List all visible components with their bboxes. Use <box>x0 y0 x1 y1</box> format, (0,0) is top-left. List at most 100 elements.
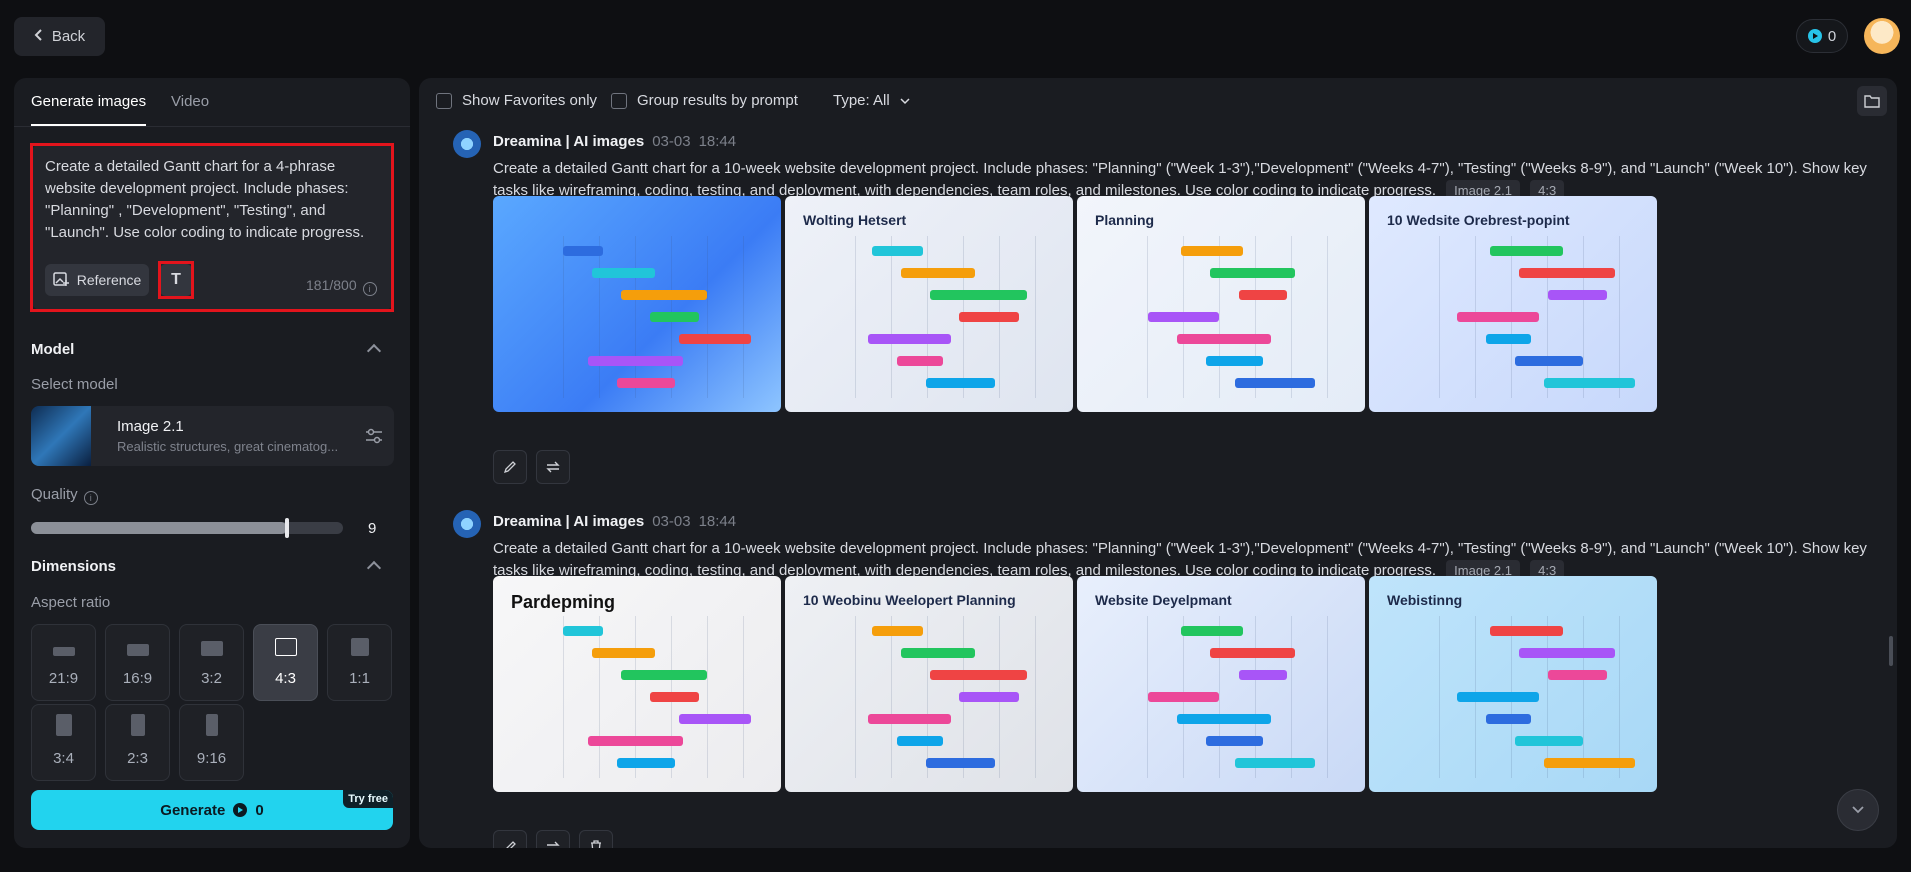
model-description: Realistic structures, great cinematog... <box>117 439 339 454</box>
type-filter-dropdown[interactable]: Type: All <box>833 92 910 109</box>
pencil-icon <box>503 461 516 474</box>
gantt-bar <box>1181 626 1243 636</box>
show-favorites-filter[interactable]: Show Favorites only <box>436 92 597 109</box>
gantt-bar <box>1457 312 1539 322</box>
settings-sliders-icon[interactable] <box>365 428 383 444</box>
gantt-bar <box>868 714 951 724</box>
generate-cost: 0 <box>255 801 264 819</box>
group-source: Dreamina | AI images <box>493 133 645 150</box>
model-thumbnail <box>31 406 91 466</box>
aspect-ratio-2-3[interactable]: 2:3 <box>105 704 170 781</box>
edit-button[interactable] <box>493 450 527 484</box>
quality-info-icon[interactable]: i <box>83 491 98 505</box>
aspect-ratio-4-3[interactable]: 4:3 <box>253 624 318 701</box>
aspect-ratio-label: 3:4 <box>53 750 74 767</box>
generated-image[interactable] <box>493 196 781 412</box>
result-group-header: Dreamina | AI images 03-03 18:44 <box>493 513 736 530</box>
gantt-bar <box>1148 312 1219 322</box>
group-by-prompt-label: Group results by prompt <box>637 92 798 109</box>
gantt-bar <box>1181 246 1243 256</box>
aspect-ratio-shape-icon <box>126 644 149 656</box>
aspect-ratio-3-2[interactable]: 3:2 <box>179 624 244 701</box>
gantt-bar <box>959 692 1019 702</box>
generate-button[interactable]: Generate 0 Try free <box>31 790 393 830</box>
regenerate-button[interactable] <box>536 450 570 484</box>
gantt-bar <box>1210 268 1295 278</box>
aspect-ratio-shape-icon <box>200 641 223 656</box>
top-bar: Back 0 <box>0 0 1911 72</box>
quality-slider-handle[interactable] <box>284 518 289 538</box>
delete-button[interactable] <box>579 830 613 848</box>
chevron-up-icon[interactable] <box>366 560 382 576</box>
chart-gridline <box>563 236 564 398</box>
aspect-ratio-label: 4:3 <box>275 670 296 687</box>
generated-image[interactable]: 10 Wedsite Orebrest-popint <box>1369 196 1657 412</box>
regenerate-button[interactable] <box>536 830 570 848</box>
group-by-prompt-filter[interactable]: Group results by prompt <box>611 92 798 109</box>
gantt-bar <box>897 736 943 746</box>
scrollbar[interactable] <box>1889 636 1893 666</box>
quality-slider[interactable] <box>31 518 343 538</box>
generated-image[interactable]: Website Deyelpmant <box>1077 576 1365 792</box>
chart-gridline <box>1583 236 1584 398</box>
gantt-bar <box>930 290 1027 300</box>
chart-gridline <box>927 236 928 398</box>
gantt-bar <box>1548 670 1607 680</box>
aspect-ratio-9-16[interactable]: 9:16 <box>179 704 244 781</box>
gantt-bar <box>1210 648 1295 658</box>
gantt-bar <box>959 312 1019 322</box>
chart-gridline <box>1219 236 1220 398</box>
generated-image[interactable]: Planning <box>1077 196 1365 412</box>
model-selector[interactable]: Image 2.1 Realistic structures, great ci… <box>31 406 394 466</box>
edit-button[interactable] <box>493 830 527 848</box>
mode-tabs: Generate images Video <box>14 78 410 127</box>
aspect-ratio-16-9[interactable]: 16:9 <box>105 624 170 701</box>
aspect-ratio-shape-icon <box>130 714 145 736</box>
gantt-bar <box>1515 356 1583 366</box>
dreamina-logo-icon <box>453 130 481 158</box>
aspect-ratio-label: 3:2 <box>201 670 222 687</box>
chart-gridline <box>599 236 600 398</box>
group-prompt-text: Create a detailed Gantt chart for a 10-w… <box>493 540 1867 579</box>
chart-gridline <box>1619 236 1620 398</box>
gantt-bar <box>588 356 683 366</box>
image-caption: 10 Weobinu Weelopert Planning <box>803 592 1016 608</box>
group-checkbox[interactable] <box>611 92 627 109</box>
gantt-bar <box>1206 356 1263 366</box>
gantt-bar <box>650 692 699 702</box>
model-section-title: Model <box>31 341 75 358</box>
generate-label: Generate <box>160 801 226 819</box>
user-avatar[interactable] <box>1864 18 1900 54</box>
refresh-icon <box>546 461 560 473</box>
favorites-checkbox[interactable] <box>436 92 452 109</box>
aspect-ratio-1-1[interactable]: 1:1 <box>327 624 392 701</box>
generated-image[interactable]: Pardepming <box>493 576 781 792</box>
chart-gridline <box>927 616 928 778</box>
highlight-prompt-box <box>30 143 394 312</box>
scroll-down-button[interactable] <box>1837 789 1879 831</box>
credits-badge[interactable]: 0 <box>1796 19 1848 53</box>
highlight-text-button <box>158 261 194 299</box>
back-button[interactable]: Back <box>14 17 105 56</box>
aspect-ratio-3-4[interactable]: 3:4 <box>31 704 96 781</box>
generated-image[interactable]: Webistinng <box>1369 576 1657 792</box>
chart-gridline <box>1255 236 1256 398</box>
chart-gridline <box>1035 236 1036 398</box>
aspect-ratio-21-9[interactable]: 21:9 <box>31 624 96 701</box>
gantt-bar <box>617 758 675 768</box>
chart-gridline <box>855 616 856 778</box>
gantt-bar <box>1239 290 1287 300</box>
tab-video[interactable]: Video <box>171 93 209 110</box>
try-free-badge: Try free <box>343 790 393 808</box>
gantt-bar <box>588 736 683 746</box>
generated-image[interactable]: 10 Weobinu Weelopert Planning <box>785 576 1073 792</box>
chart-gridline <box>1291 616 1292 778</box>
chevron-up-icon[interactable] <box>366 343 382 359</box>
gantt-bar <box>621 290 707 300</box>
tab-generate-images[interactable]: Generate images <box>31 93 146 110</box>
folder-button[interactable] <box>1857 86 1887 116</box>
gantt-bar <box>901 648 975 658</box>
chart-gridline <box>743 236 744 398</box>
generated-image[interactable]: Wolting Hetsert <box>785 196 1073 412</box>
chart-gridline <box>891 236 892 398</box>
